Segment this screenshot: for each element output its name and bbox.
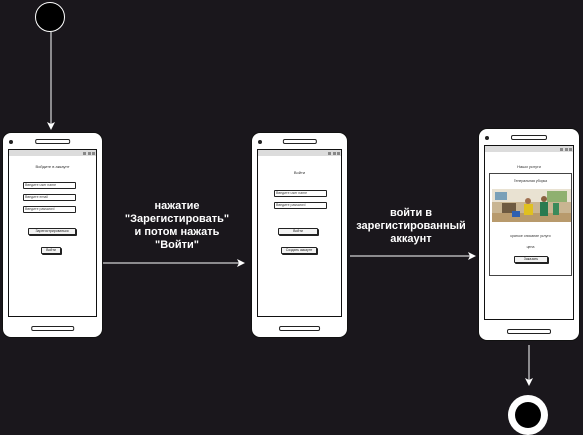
login-button[interactable]: Войти xyxy=(41,247,61,254)
phone-login: Войти Введите user name Введите password… xyxy=(251,132,348,338)
phone-services: Наши услуги Генеральная уборка краткое о… xyxy=(478,128,580,341)
register-screen: Войдите в аккаунт Введите user name Введ… xyxy=(8,149,97,317)
speaker-slot xyxy=(511,135,547,140)
services-title: Наши услуги xyxy=(517,164,541,169)
transition-label-register-login: нажатие "Зарегистировать" и потом нажать… xyxy=(124,200,230,251)
service-card[interactable]: Генеральная уборка краткое описание услу… xyxy=(489,173,572,276)
camera-icon xyxy=(485,136,489,140)
initial-node xyxy=(35,2,65,32)
status-bar xyxy=(9,150,96,156)
transition-label-login-account: войти в зарегистированный аккаунт xyxy=(356,207,466,245)
order-button[interactable]: Заказать xyxy=(514,256,548,263)
speaker-slot xyxy=(282,139,317,144)
status-bar xyxy=(485,146,573,152)
status-bar xyxy=(258,150,341,156)
cleaning-photo xyxy=(492,189,571,222)
speaker-slot xyxy=(34,139,71,144)
services-screen: Наши услуги Генеральная уборка краткое о… xyxy=(484,145,574,320)
login-screen: Войти Введите user name Введите password… xyxy=(257,149,342,317)
service-price: цена xyxy=(526,245,535,249)
service-name: Генеральная уборка xyxy=(513,179,548,183)
service-description: краткое описание услуги xyxy=(510,234,551,238)
password-field[interactable]: Введите password xyxy=(274,202,327,209)
register-title: Войдите в аккаунт xyxy=(35,164,70,169)
camera-icon xyxy=(9,140,13,144)
password-field[interactable]: Введите password xyxy=(23,206,76,213)
final-node xyxy=(508,395,548,435)
home-indicator xyxy=(30,326,75,331)
home-indicator xyxy=(278,326,321,331)
phone-register: Войдите в аккаунт Введите user name Введ… xyxy=(2,132,103,338)
username-field[interactable]: Введите user name xyxy=(23,182,76,189)
create-account-button[interactable]: Создать аккаунт xyxy=(281,247,317,254)
email-field[interactable]: Введите email xyxy=(23,194,76,201)
home-indicator xyxy=(507,329,551,334)
login-title: Войти xyxy=(293,170,306,175)
login-button[interactable]: Войти xyxy=(278,228,318,235)
username-field[interactable]: Введите user name xyxy=(274,190,327,197)
camera-icon xyxy=(258,140,262,144)
final-node-core xyxy=(515,402,541,428)
register-button[interactable]: Зарегистрироваться xyxy=(28,228,76,235)
